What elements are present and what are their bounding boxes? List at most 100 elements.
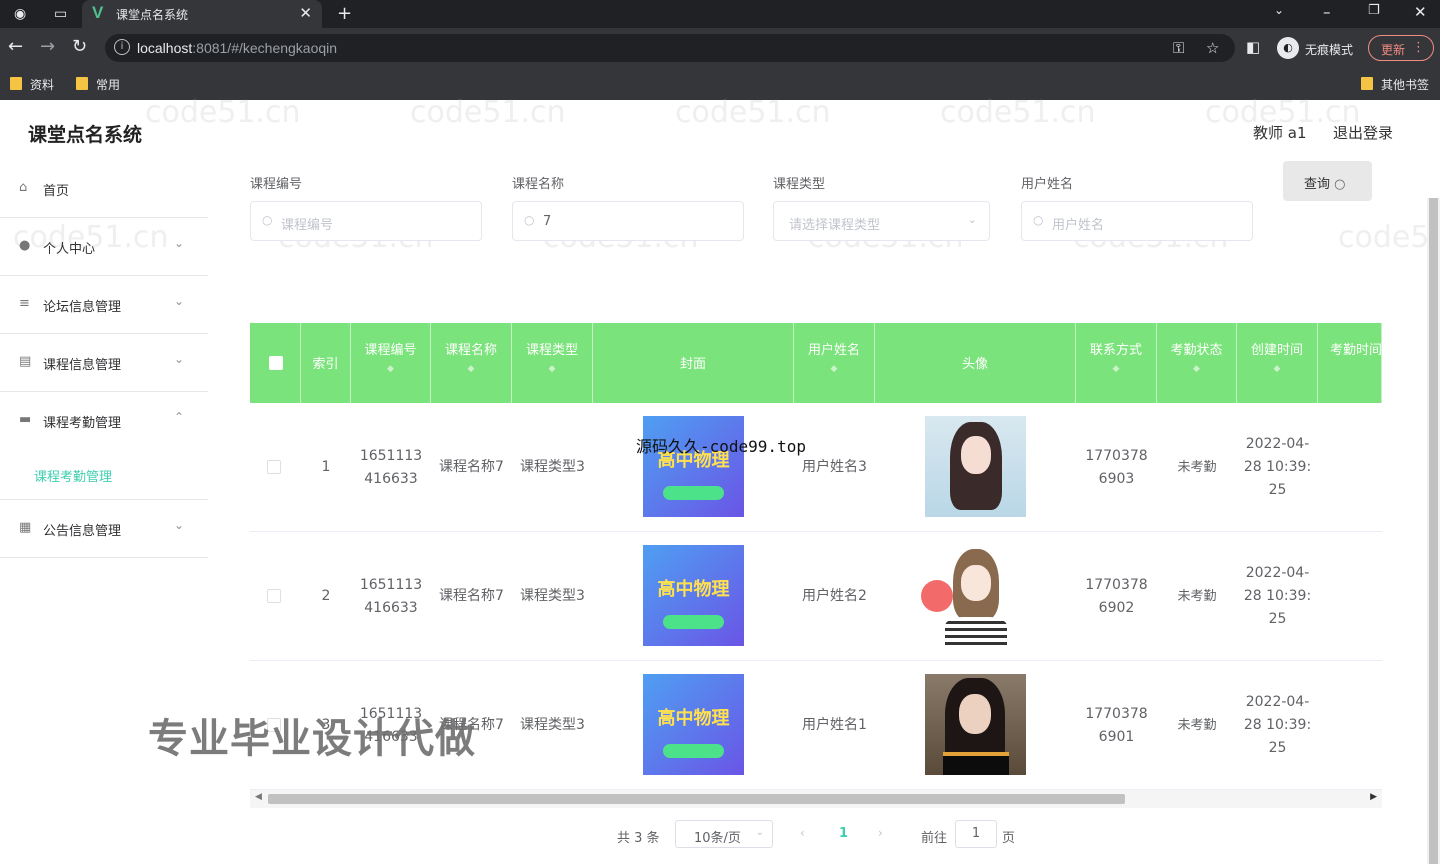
col-header-label: 课程编号 bbox=[364, 343, 417, 358]
scrollbar-thumb[interactable] bbox=[268, 794, 1125, 804]
course-no-input[interactable]: ○ 课程编号 bbox=[250, 201, 482, 241]
reload-icon[interactable]: ↻ bbox=[72, 37, 87, 57]
table-row[interactable]: 2 1651113416633 课程名称7 课程类型3 高中物理 用户姓名2 1… bbox=[250, 532, 1382, 661]
cell-course-type: 课程类型3 bbox=[520, 717, 585, 733]
cell-status: 未考勤 bbox=[1177, 718, 1217, 733]
col-header-label: 考勤时间 bbox=[1330, 343, 1382, 358]
browser-tab[interactable]: V 课堂点名系统 ✕ bbox=[82, 0, 322, 28]
col-header-course-type[interactable]: 课程类型 ◆ bbox=[512, 323, 593, 403]
home-icon: ⌂ bbox=[19, 180, 28, 195]
course-type-select[interactable]: 请选择课程类型 ⌄ bbox=[773, 201, 990, 241]
list-icon: ≡ bbox=[19, 296, 30, 311]
next-page-icon[interactable]: › bbox=[878, 826, 883, 840]
checkbox-icon[interactable] bbox=[269, 356, 283, 370]
tab-list-icon[interactable]: ⌄ bbox=[1274, 3, 1284, 17]
incognito-icon: ◐ bbox=[1277, 37, 1299, 59]
watermark: code51.cn bbox=[1338, 220, 1440, 255]
update-button[interactable]: 更新 ⋮ bbox=[1368, 35, 1434, 61]
sidebar-item-label: 个人中心 bbox=[43, 242, 96, 257]
query-button[interactable]: 查询 ○ bbox=[1283, 161, 1372, 201]
col-header-course-no[interactable]: 课程编号 ◆ bbox=[351, 323, 431, 403]
sidebar-item-forum[interactable]: ≡ 论坛信息管理 ⌄ bbox=[0, 276, 208, 334]
forward-icon[interactable]: → bbox=[40, 37, 55, 57]
search-icon: ○ bbox=[262, 213, 273, 227]
back-icon[interactable]: ← bbox=[8, 37, 23, 57]
scroll-left-icon[interactable]: ◀ bbox=[255, 792, 262, 802]
chevron-down-icon: ⌄ bbox=[174, 294, 185, 308]
new-tab-icon[interactable]: + bbox=[337, 0, 352, 28]
sort-icon[interactable]: ◆ bbox=[512, 364, 592, 374]
side-panel-icon[interactable]: ◧ bbox=[1246, 38, 1260, 56]
course-type-placeholder: 请选择课程类型 bbox=[789, 218, 881, 233]
page-number-current[interactable]: 1 bbox=[839, 826, 848, 841]
current-user: 教师 a1 bbox=[1253, 124, 1307, 142]
vertical-scrollbar[interactable] bbox=[1427, 198, 1440, 864]
course-name-input[interactable]: ○ 7 bbox=[512, 201, 744, 241]
sort-icon[interactable]: ◆ bbox=[351, 364, 430, 374]
scroll-right-icon[interactable]: ▶ bbox=[1370, 792, 1377, 802]
key-icon[interactable]: ⚿ bbox=[1173, 39, 1184, 57]
sidebar-item-profile[interactable]: ● 个人中心 ⌄ bbox=[0, 218, 208, 276]
sort-icon[interactable]: ◆ bbox=[1076, 364, 1156, 374]
col-header-label: 索引 bbox=[312, 357, 339, 372]
cell-status: 未考勤 bbox=[1177, 589, 1217, 604]
col-header-avatar: 头像 bbox=[875, 323, 1076, 403]
col-header-user-name[interactable]: 用户姓名 ◆ bbox=[794, 323, 875, 403]
table-row[interactable]: 1 1651113416633 课程名称7 课程类型3 高中物理 用户姓名3 1… bbox=[250, 403, 1382, 532]
overlay-ad-text: 专业毕业设计代做 bbox=[148, 716, 476, 762]
sort-icon[interactable]: ◆ bbox=[1237, 364, 1317, 374]
search-icon: ○ bbox=[1033, 213, 1044, 227]
sidebar-item-label: 公告信息管理 bbox=[43, 524, 122, 539]
chevron-down-icon: ⌄ bbox=[174, 518, 185, 532]
browser-profile-icon[interactable]: ◉ bbox=[14, 0, 26, 28]
sidebar-item-home[interactable]: ⌂ 首页 bbox=[0, 160, 208, 218]
watermark: code51.cn bbox=[410, 95, 566, 130]
scrollbar-thumb[interactable] bbox=[1429, 198, 1438, 864]
document-icon: ▤ bbox=[19, 354, 32, 369]
prev-page-icon[interactable]: ‹ bbox=[800, 826, 805, 840]
col-header-created[interactable]: 创建时间 ◆ bbox=[1237, 323, 1318, 403]
row-checkbox[interactable] bbox=[267, 460, 281, 474]
sort-icon[interactable]: ◆ bbox=[794, 364, 874, 374]
url-field[interactable]: i localhost:8081/#/kechengkaoqin ⚿ ☆ bbox=[105, 34, 1235, 62]
sort-icon[interactable]: ◆ bbox=[431, 364, 511, 374]
vue-logo-icon: V bbox=[92, 3, 104, 22]
goto-page-input[interactable]: 1 bbox=[955, 820, 997, 848]
tab-search-icon[interactable]: ▭ bbox=[54, 0, 67, 28]
submenu-course-attendance[interactable]: 课程考勤管理 bbox=[34, 466, 112, 485]
cell-created: 2022-04-28 10:39:25 bbox=[1243, 694, 1312, 756]
page-size-value: 10条/页 bbox=[694, 831, 741, 846]
query-label: 查询 bbox=[1304, 177, 1331, 192]
sort-icon[interactable]: ◆ bbox=[1157, 364, 1236, 374]
chevron-down-icon: ⌄ bbox=[174, 236, 185, 250]
page-suffix-label: 页 bbox=[1002, 831, 1016, 846]
page-size-select[interactable]: 10条/页 ⌄ bbox=[675, 820, 773, 848]
menu-dots-icon: ⋮ bbox=[1412, 40, 1425, 55]
col-header-status[interactable]: 考勤状态 ◆ bbox=[1157, 323, 1237, 403]
bookmark-star-icon[interactable]: ☆ bbox=[1206, 39, 1219, 57]
cell-user-name: 用户姓名1 bbox=[802, 717, 867, 733]
tab-close-icon[interactable]: ✕ bbox=[299, 4, 312, 22]
horizontal-scrollbar[interactable]: ◀ ▶ bbox=[250, 790, 1382, 808]
other-bookmarks[interactable]: 其他书签 bbox=[1361, 76, 1429, 93]
minimize-icon[interactable]: – bbox=[1323, 3, 1331, 21]
col-header-course-name[interactable]: 课程名称 ◆ bbox=[431, 323, 512, 403]
restore-icon[interactable]: ❐ bbox=[1368, 3, 1380, 18]
browser-tab-bar: ◉ ▭ V 课堂点名系统 ✕ + ⌄ – ❐ ✕ bbox=[0, 0, 1440, 28]
sidebar-item-notice[interactable]: ▦ 公告信息管理 ⌄ bbox=[0, 500, 208, 558]
row-checkbox[interactable] bbox=[267, 589, 281, 603]
col-header-label: 课程名称 bbox=[444, 343, 497, 358]
logout-link[interactable]: 退出登录 bbox=[1333, 122, 1393, 143]
bookmark-folder-changyong[interactable]: 常用 bbox=[76, 76, 120, 93]
sidebar-item-course-info[interactable]: ▤ 课程信息管理 ⌄ bbox=[0, 334, 208, 392]
header-select-all[interactable] bbox=[250, 323, 301, 403]
col-header-phone[interactable]: 联系方式 ◆ bbox=[1076, 323, 1157, 403]
chevron-down-icon: ⌄ bbox=[755, 827, 764, 838]
bookmark-folder-ziliao[interactable]: 资料 bbox=[10, 76, 54, 93]
user-name-input[interactable]: ○ 用户姓名 bbox=[1021, 201, 1253, 241]
goto-label: 前往 bbox=[921, 831, 948, 846]
site-info-icon[interactable]: i bbox=[114, 39, 130, 55]
col-header-attend-time[interactable]: 考勤时间 bbox=[1318, 323, 1382, 403]
overlay-code99-text: 源码久久-code99.top bbox=[636, 437, 806, 456]
close-window-icon[interactable]: ✕ bbox=[1414, 3, 1427, 21]
